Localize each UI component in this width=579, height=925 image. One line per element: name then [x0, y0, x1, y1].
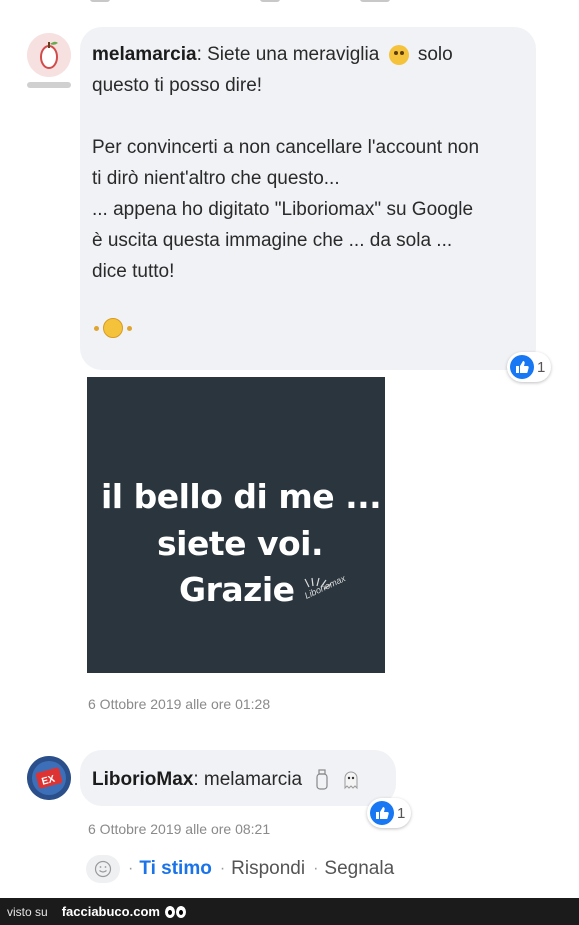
like-count-badge[interactable]: 1	[507, 352, 552, 382]
melamarcia-avatar[interactable]	[27, 33, 71, 77]
bottle-emoji-icon	[316, 769, 328, 790]
comment-text: : melamarcia	[193, 769, 303, 790]
comment-actions: · Ti stimo · Rispondi · Segnala	[86, 854, 394, 884]
liboriomax-avatar[interactable]: EX	[27, 756, 71, 800]
emoji-reaction-button[interactable]	[86, 855, 120, 883]
image-text-line: Grazie	[179, 570, 295, 609]
comment-text: dice tutto!	[92, 261, 175, 282]
like-count: 1	[397, 804, 406, 822]
footer-label: visto su	[7, 904, 48, 919]
ghost-emoji-icon	[344, 771, 358, 790]
image-text-line: siete voi.	[157, 524, 324, 563]
comment-bubble-liboriomax: LiborioMax: melamarcia	[80, 750, 396, 806]
comment-date: 6 Ottobre 2019 alle ore 08:21	[88, 821, 271, 837]
comment-text: è uscita questa immagine che ... da sola…	[92, 230, 453, 251]
previous-comment-fragment	[90, 0, 410, 6]
comment-text: ... appena ho digitato "Liboriomax" su G…	[92, 199, 474, 220]
avatar-badge-bar	[27, 82, 71, 88]
comment-text: questo ti posso dire!	[92, 75, 263, 96]
reply-button[interactable]: Rispondi	[231, 858, 305, 880]
site-footer: visto su facciabuco.com	[0, 898, 579, 925]
comment-date: 6 Ottobre 2019 alle ore 01:28	[88, 696, 271, 712]
like-count: 1	[537, 358, 546, 376]
smiley-outline-icon	[94, 860, 112, 878]
action-separator: ·	[128, 860, 134, 877]
like-button[interactable]: Ti stimo	[139, 858, 212, 880]
action-separator: ·	[219, 860, 226, 877]
comment-text: ti dirò nient'altro che questo...	[92, 168, 340, 189]
comment-image[interactable]: il bello di me ... siete voi. Grazie Lib…	[87, 377, 385, 673]
image-text-line: il bello di me ...	[101, 477, 382, 516]
report-button[interactable]: Segnala	[324, 858, 394, 880]
like-thumb-icon	[510, 355, 534, 379]
comment-author[interactable]: melamarcia	[92, 44, 197, 65]
apple-avatar-icon	[27, 33, 71, 77]
footer-brand-link[interactable]: facciabuco.com	[62, 904, 160, 919]
comment-bubble-melamarcia: melamarcia: Siete una meraviglia solo qu…	[80, 27, 536, 370]
action-separator: ·	[313, 860, 319, 877]
eyes-logo-icon	[164, 905, 187, 918]
like-count-badge[interactable]: 1	[367, 798, 412, 828]
comment-author[interactable]: LiborioMax	[92, 769, 193, 790]
comment-text: solo	[417, 44, 453, 65]
comment-text: Per convincerti a non cancellare l'accou…	[92, 137, 480, 158]
like-thumb-icon	[370, 801, 394, 825]
happy-emoji-icon	[92, 316, 132, 340]
comment-text: : Siete una meraviglia	[196, 44, 380, 65]
smiley-emoji-icon	[388, 44, 409, 65]
ex-badge-avatar-icon: EX	[27, 756, 71, 800]
